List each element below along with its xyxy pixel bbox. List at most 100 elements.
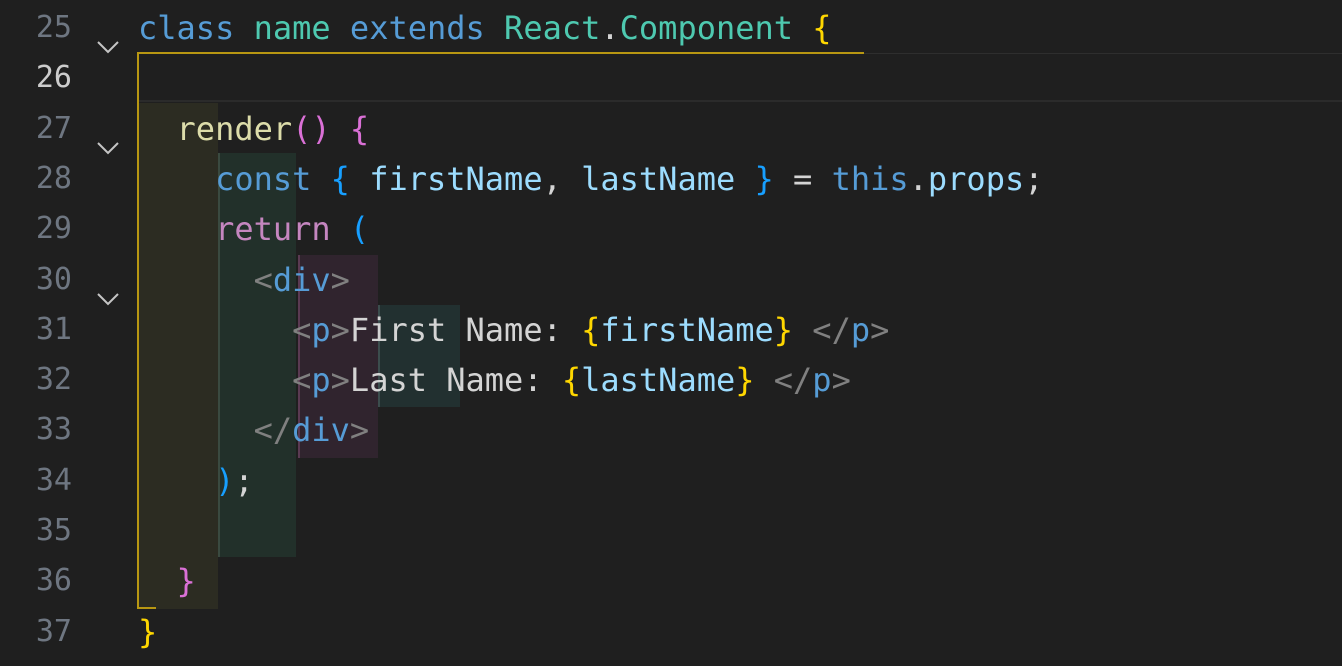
chevron-down-icon[interactable] bbox=[96, 271, 120, 305]
code-token: return bbox=[215, 210, 331, 249]
code-token: Last Name: bbox=[349, 361, 562, 400]
code-token: () bbox=[292, 109, 331, 148]
code-token: p bbox=[311, 310, 331, 349]
code-text: <p>Last Name: {lastName} </p> bbox=[138, 355, 851, 405]
line-number: 34 bbox=[35, 462, 72, 498]
code-line[interactable]: 35 bbox=[0, 506, 1342, 556]
code-token: = bbox=[773, 159, 832, 198]
code-token: { bbox=[330, 159, 350, 198]
code-line[interactable]: 36 } bbox=[0, 556, 1342, 606]
code-token: lastName bbox=[581, 361, 736, 400]
code-token: ; bbox=[234, 461, 254, 500]
code-token: < bbox=[253, 260, 273, 299]
code-line[interactable]: 28 const { firstName, lastName } = this.… bbox=[0, 154, 1342, 204]
code-token: </ bbox=[253, 411, 293, 450]
code-token: render bbox=[176, 109, 293, 148]
code-token: div bbox=[272, 260, 331, 299]
code-token: p bbox=[850, 310, 871, 349]
code-token: > bbox=[870, 310, 890, 349]
line-number: 28 bbox=[35, 160, 72, 196]
code-token: } bbox=[773, 310, 794, 349]
code-line[interactable]: 33 </div> bbox=[0, 405, 1342, 455]
code-token: ; bbox=[1024, 159, 1044, 198]
code-text: } bbox=[138, 556, 196, 606]
code-line[interactable]: 25 class name extends React.Component { bbox=[0, 3, 1342, 54]
code-token: } bbox=[176, 562, 196, 601]
line-number: 32 bbox=[35, 362, 72, 398]
code-line[interactable]: 26 bbox=[0, 53, 1342, 103]
code-text: return ( bbox=[138, 204, 369, 254]
code-token: React bbox=[504, 9, 601, 47]
code-token: > bbox=[349, 411, 370, 450]
code-token: . bbox=[908, 159, 928, 198]
code-token: class bbox=[138, 9, 235, 47]
line-number: 31 bbox=[35, 311, 72, 347]
code-text: </div> bbox=[138, 405, 370, 455]
code-line[interactable]: 29 return ( bbox=[0, 204, 1342, 254]
line-number: 29 bbox=[35, 211, 72, 247]
line-number: 36 bbox=[35, 563, 72, 599]
code-text: render() { bbox=[138, 104, 370, 154]
code-line[interactable]: 27 render() { bbox=[0, 104, 1342, 155]
code-line[interactable]: 37} bbox=[0, 607, 1342, 657]
code-line[interactable]: 31 <p>First Name: {firstName} </p> bbox=[0, 305, 1342, 355]
code-token: } bbox=[754, 159, 774, 198]
code-text: <p>First Name: {firstName} </p> bbox=[138, 305, 889, 355]
code-token: firstName bbox=[600, 310, 774, 349]
code-text: ); bbox=[138, 456, 254, 506]
code-token: const bbox=[215, 159, 312, 198]
code-token: p bbox=[311, 361, 331, 400]
code-token: > bbox=[831, 361, 851, 400]
chevron-down-icon[interactable] bbox=[96, 120, 120, 155]
code-token: </ bbox=[773, 361, 813, 400]
code-token: Component bbox=[619, 9, 794, 47]
line-number: 37 bbox=[35, 613, 72, 649]
code-token: name bbox=[253, 9, 331, 47]
line-number: 26 bbox=[35, 60, 72, 96]
code-token: < bbox=[292, 361, 312, 400]
code-token: </ bbox=[812, 310, 851, 349]
code-token: { bbox=[581, 310, 601, 349]
code-token: { bbox=[812, 9, 832, 47]
code-token: p bbox=[812, 361, 832, 400]
code-text: const { firstName, lastName } = this.pro… bbox=[138, 154, 1043, 204]
code-editor[interactable]: 25 class name extends React.Component {26… bbox=[0, 0, 1342, 666]
line-number: 33 bbox=[35, 412, 72, 448]
code-token: , bbox=[542, 159, 582, 198]
code-token: . bbox=[600, 9, 620, 47]
code-token: > bbox=[330, 260, 350, 299]
code-line[interactable]: 32 <p>Last Name: {lastName} </p> bbox=[0, 355, 1342, 405]
code-token: } bbox=[735, 361, 755, 400]
code-token: { bbox=[561, 361, 582, 400]
line-number: 25 bbox=[35, 10, 72, 45]
code-text: <div> bbox=[138, 255, 350, 305]
code-token: firstName bbox=[369, 159, 543, 198]
code-token: > bbox=[330, 310, 350, 349]
line-number: 27 bbox=[35, 110, 72, 146]
code-line[interactable]: 30 <div> bbox=[0, 255, 1342, 305]
code-line[interactable]: 34 ); bbox=[0, 456, 1342, 506]
code-token: extends bbox=[349, 9, 485, 47]
code-token: > bbox=[330, 361, 350, 400]
code-token: < bbox=[292, 310, 312, 349]
code-token: props bbox=[927, 159, 1025, 198]
chevron-down-icon[interactable] bbox=[96, 19, 120, 54]
